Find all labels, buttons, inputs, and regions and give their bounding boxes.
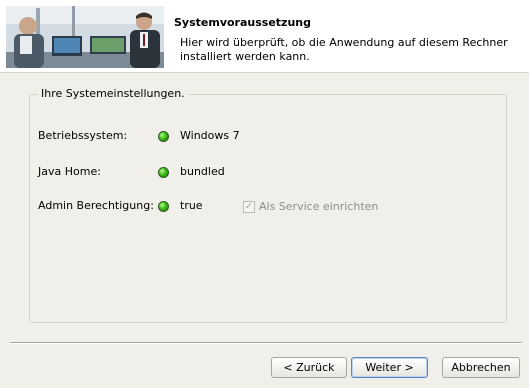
page-description: Hier wird überprüft, ob die Anwendung au…	[180, 36, 508, 63]
cancel-button[interactable]: Abbrechen	[442, 357, 520, 378]
wizard-content: Ihre Systemeinstellungen. Betriebssystem…	[0, 73, 529, 388]
os-value: Windows 7	[180, 129, 240, 142]
page-title: Systemvoraussetzung	[174, 16, 311, 29]
back-button[interactable]: < Zurück	[271, 357, 347, 378]
office-photo	[6, 6, 164, 68]
service-checkbox-label: Als Service einrichten	[259, 200, 379, 213]
button-divider	[10, 342, 522, 344]
banner-image	[6, 6, 164, 68]
os-label: Betriebssystem:	[38, 129, 128, 142]
admin-rights-value: true	[180, 199, 203, 212]
java-home-label: Java Home:	[38, 165, 101, 178]
wizard-header: Systemvoraussetzung Hier wird überprüft,…	[0, 0, 529, 73]
next-button[interactable]: Weiter >	[351, 357, 428, 378]
os-status-icon	[158, 131, 169, 142]
java-home-value: bundled	[180, 165, 225, 178]
admin-rights-status-icon	[158, 201, 169, 212]
admin-rights-label: Admin Berechtigung:	[38, 199, 154, 212]
group-legend: Ihre Systemeinstellungen.	[38, 87, 188, 100]
java-home-status-icon	[158, 167, 169, 178]
service-checkbox[interactable]: ✓	[243, 201, 255, 213]
system-settings-group: Ihre Systemeinstellungen. Betriebssystem…	[29, 87, 507, 323]
